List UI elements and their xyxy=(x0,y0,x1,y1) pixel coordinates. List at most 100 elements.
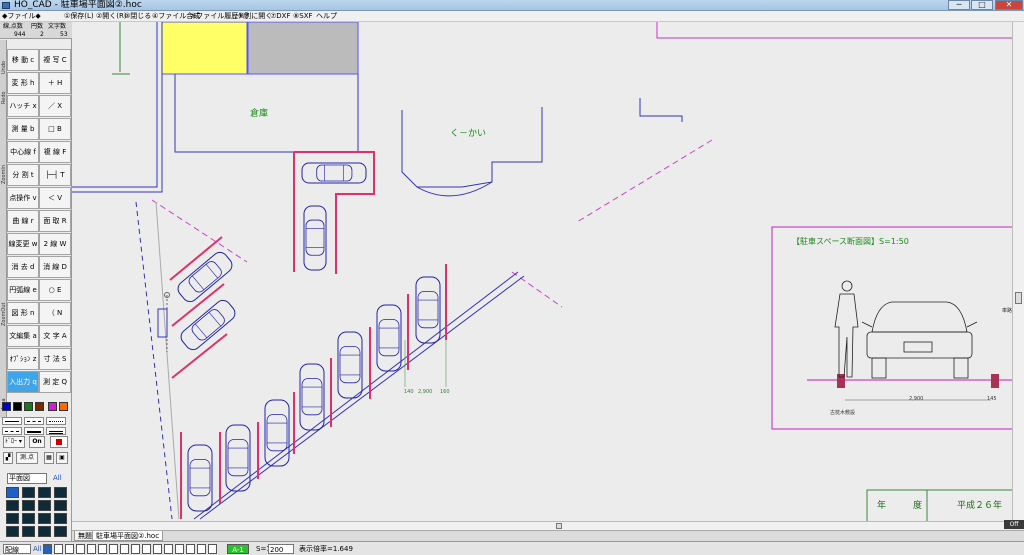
drawing-svg[interactable]: 倉庫 く－かい 140 2,900 160 【駐車スペース断面図】S=1:50 … xyxy=(72,22,1024,521)
status-layer-icon[interactable] xyxy=(142,544,151,554)
status-layer-icon[interactable] xyxy=(65,544,74,554)
tool-button-13-0[interactable]: ｵﾌﾟｼｮﾝ z xyxy=(7,348,39,370)
tool-button-9-0[interactable]: 消 去 d xyxy=(7,256,39,278)
layer-cell[interactable] xyxy=(54,526,67,537)
layer-cell[interactable] xyxy=(22,500,35,511)
layer-group-select[interactable]: 平面図 xyxy=(7,473,47,484)
tool-button-2-1[interactable]: ／ X xyxy=(39,95,71,117)
line-dashed-button[interactable] xyxy=(24,417,44,425)
tool-button-9-1[interactable]: 消 線 D xyxy=(39,256,71,278)
line-dotted-button[interactable] xyxy=(46,417,66,425)
drawing-canvas[interactable]: 倉庫 く－かい 140 2,900 160 【駐車スペース断面図】S=1:50 … xyxy=(72,22,1024,521)
horizontal-scroll-thumb[interactable] xyxy=(556,523,562,529)
menu-file[interactable]: ◆ファイル◆ xyxy=(2,11,41,22)
status-layer-icon[interactable] xyxy=(43,544,52,554)
menu-dxf[interactable]: ⑦DXF xyxy=(270,11,291,22)
tool-button-5-0[interactable]: 分 割 t xyxy=(7,164,39,186)
layer-cell[interactable] xyxy=(6,487,19,498)
tool-button-5-1[interactable]: ├─┤ T xyxy=(39,164,71,186)
tool-button-10-0[interactable]: 円弧線 e xyxy=(7,279,39,301)
measure-point-button[interactable]: 測.点 xyxy=(16,452,38,464)
color-magenta[interactable] xyxy=(48,402,57,411)
layer-cell[interactable] xyxy=(6,500,19,511)
tool-button-12-1[interactable]: 文 字 A xyxy=(39,325,71,347)
tool-button-6-1[interactable]: ＜ V xyxy=(39,187,71,209)
tool-button-0-1[interactable]: 複 写 C xyxy=(39,49,71,71)
layer-cell[interactable] xyxy=(6,513,19,524)
tool-button-3-1[interactable]: □ B xyxy=(39,118,71,140)
status-layer-icon[interactable] xyxy=(131,544,140,554)
measure-icon[interactable]: ▞ xyxy=(3,452,13,464)
layer-cell[interactable] xyxy=(22,513,35,524)
tool-button-7-0[interactable]: 曲 線 r xyxy=(7,210,39,232)
layer-all-link[interactable]: All xyxy=(53,474,62,482)
line-type-select[interactable]: ﾄﾞﾛｰ ▾ xyxy=(3,436,25,448)
close-button[interactable]: ✕ xyxy=(995,0,1023,10)
tab-parking-plan[interactable]: 駐車場平面図②.hoc xyxy=(92,531,164,541)
status-layer-icon[interactable] xyxy=(76,544,85,554)
snap-on-button[interactable]: On xyxy=(29,436,45,448)
layer-cell[interactable] xyxy=(22,526,35,537)
layer-cell[interactable] xyxy=(6,526,19,537)
menu-save[interactable]: ①保存(L) xyxy=(64,11,94,22)
minimize-button[interactable]: ─ xyxy=(948,0,970,10)
tool-button-12-0[interactable]: 文編集 a xyxy=(7,325,39,347)
status-layer-icon[interactable] xyxy=(175,544,184,554)
status-layer-icon[interactable] xyxy=(54,544,63,554)
tool-button-10-1[interactable]: ○ E xyxy=(39,279,71,301)
menu-help[interactable]: ヘルプ xyxy=(316,11,337,22)
save-icon[interactable]: ▣ xyxy=(56,452,68,464)
horizontal-scrollbar[interactable] xyxy=(72,521,1012,530)
tool-button-0-0[interactable]: 移 動 c xyxy=(7,49,39,71)
color-brown[interactable] xyxy=(35,402,44,411)
tool-button-2-0[interactable]: ハッチ x xyxy=(7,95,39,117)
tool-button-8-0[interactable]: 線変更 w xyxy=(7,233,39,255)
menu-open-separately[interactable]: ⑥別に開く xyxy=(238,11,272,22)
line-thick-button[interactable] xyxy=(24,427,44,435)
color-black[interactable] xyxy=(13,402,22,411)
tool-button-6-0[interactable]: 点操作 v xyxy=(7,187,39,209)
layer-cell[interactable] xyxy=(22,487,35,498)
line-solid-button[interactable] xyxy=(2,417,22,425)
color-blue[interactable] xyxy=(2,402,11,411)
status-layer-icon[interactable] xyxy=(197,544,206,554)
tool-button-11-0[interactable]: 図 形 n xyxy=(7,302,39,324)
status-layer-icon[interactable] xyxy=(109,544,118,554)
status-layer-icon[interactable] xyxy=(164,544,173,554)
status-layer-icon[interactable] xyxy=(153,544,162,554)
line-double-button[interactable] xyxy=(46,427,66,435)
menu-sxf[interactable]: ⑧SXF xyxy=(293,11,313,22)
status-layer-icon[interactable] xyxy=(87,544,96,554)
tool-button-8-1[interactable]: 2 線 W xyxy=(39,233,71,255)
color-green[interactable] xyxy=(24,402,33,411)
tool-button-4-0[interactable]: 中心線 f xyxy=(7,141,39,163)
vertical-scrollbar[interactable] xyxy=(1012,22,1024,521)
layer-cell[interactable] xyxy=(38,500,51,511)
layer-cell[interactable] xyxy=(54,513,67,524)
layer-cell[interactable] xyxy=(38,526,51,537)
color-orange[interactable] xyxy=(59,402,68,411)
tool-button-14-0[interactable]: 入出力 q xyxy=(7,371,39,393)
status-layer-icon[interactable] xyxy=(186,544,195,554)
palette-icon[interactable] xyxy=(50,436,68,448)
tool-button-7-1[interactable]: 面 取 R xyxy=(39,210,71,232)
tool-button-11-1[interactable]: （ N xyxy=(39,302,71,324)
layer-name-field[interactable]: 配線 xyxy=(3,544,31,554)
layer-cell[interactable] xyxy=(38,487,51,498)
scale-select[interactable]: 200 xyxy=(268,544,294,554)
line-chain-button[interactable] xyxy=(2,427,22,435)
maximize-button[interactable]: □ xyxy=(971,0,993,10)
tool-button-4-1[interactable]: 複 線 F xyxy=(39,141,71,163)
menu-close[interactable]: ③閉じる xyxy=(124,11,151,22)
tool-button-3-0[interactable]: 測 量 b xyxy=(7,118,39,140)
tool-button-1-1[interactable]: ＋ H xyxy=(39,72,71,94)
tool-button-1-0[interactable]: 変 形 h xyxy=(7,72,39,94)
status-all-link[interactable]: All xyxy=(33,544,42,554)
status-layer-icon[interactable] xyxy=(98,544,107,554)
status-layer-icon[interactable] xyxy=(208,544,217,554)
layer-cell[interactable] xyxy=(38,513,51,524)
layer-cell[interactable] xyxy=(54,500,67,511)
vertical-scroll-thumb[interactable] xyxy=(1015,292,1022,304)
tool-button-13-1[interactable]: 寸 法 S xyxy=(39,348,71,370)
layer-cell[interactable] xyxy=(54,487,67,498)
